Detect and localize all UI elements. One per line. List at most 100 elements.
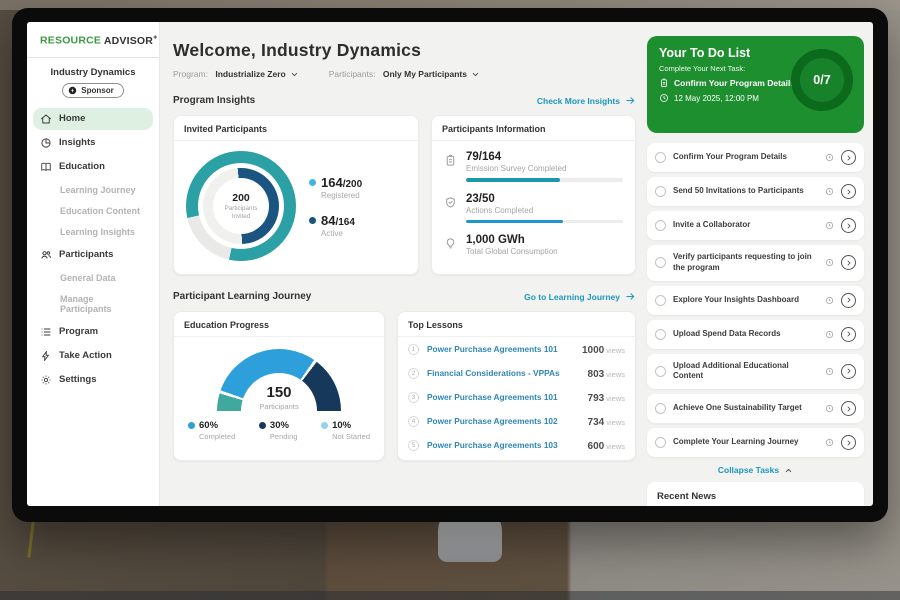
participants-icon — [40, 249, 52, 261]
sidebar-item-education[interactable]: Education — [33, 156, 153, 178]
sidebar-item-label: Settings — [59, 374, 96, 385]
task-checkbox[interactable] — [655, 437, 666, 448]
donut-legend: 164/200 Registered 84/164 Active — [309, 175, 362, 238]
top-lessons-card: Top Lessons 1 Power Purchase Agreements … — [397, 311, 636, 461]
task-chevron-button[interactable] — [841, 184, 856, 199]
task-checkbox[interactable] — [655, 403, 666, 414]
lesson-views-label: views — [606, 370, 625, 379]
sidebar-item-manage-participants[interactable]: Manage Participants — [33, 289, 153, 319]
task-chevron-button[interactable] — [841, 401, 856, 416]
home-icon — [40, 113, 52, 125]
stage: RESOURCE ADVISOR+ Industry Dynamics Spon… — [0, 0, 900, 600]
task-row-send-50-invitations-to-participants[interactable]: Send 50 Invitations to Participants — [647, 177, 864, 206]
task-chevron-button[interactable] — [841, 255, 856, 270]
participants-dropdown[interactable]: Only My Participants — [383, 69, 480, 79]
task-checkbox[interactable] — [655, 220, 666, 231]
task-chevron-button[interactable] — [841, 435, 856, 450]
lesson-views: 803 — [588, 369, 605, 380]
task-clock-icon — [825, 404, 834, 413]
sidebar-item-learning-journey[interactable]: Learning Journey — [33, 180, 153, 200]
task-checkbox[interactable] — [655, 152, 666, 163]
legend-item: 10% Not Started — [321, 420, 370, 441]
collapse-tasks-link[interactable]: Collapse Tasks — [647, 465, 864, 475]
task-checkbox[interactable] — [655, 329, 666, 340]
gauge-center-label: Participants — [217, 402, 341, 411]
lesson-rank: 4 — [408, 416, 419, 427]
content-column: Welcome, Industry Dynamics Program: Indu… — [173, 22, 636, 506]
sidebar-item-label: Participants — [59, 249, 113, 260]
legend-dot — [259, 422, 266, 429]
chevron-down-icon — [471, 70, 480, 79]
task-checkbox[interactable] — [655, 257, 666, 268]
sidebar-item-label: Program — [59, 326, 98, 337]
filters-row: Program: Industrialize Zero Participants… — [173, 69, 636, 79]
app-logo: RESOURCE ADVISOR+ — [27, 34, 159, 58]
shield-check-icon — [444, 196, 457, 209]
task-row-verify-participants-requesting-to-join-the-program[interactable]: Verify participants requesting to join t… — [647, 245, 864, 281]
progress-bar — [466, 178, 623, 182]
task-clock-icon — [825, 187, 834, 196]
program-dropdown[interactable]: Industrialize Zero — [215, 69, 298, 79]
sidebar-item-take-action[interactable]: Take Action — [33, 345, 153, 367]
learning-journey-title: Participant Learning Journey — [173, 291, 311, 302]
sidebar-item-participants[interactable]: Participants — [33, 244, 153, 266]
task-chevron-button[interactable] — [841, 327, 856, 342]
lesson-link[interactable]: Power Purchase Agreements 101 — [427, 344, 574, 354]
sponsor-badge: Sponsor — [62, 83, 123, 98]
org-name: Industry Dynamics — [27, 67, 159, 78]
task-row-upload-additional-educational-content[interactable]: Upload Additional Educational Content — [647, 354, 864, 390]
task-row-complete-your-learning-journey[interactable]: Complete Your Learning Journey — [647, 428, 864, 457]
task-checkbox[interactable] — [655, 295, 666, 306]
legend-value: 30% — [270, 420, 289, 431]
lesson-link[interactable]: Power Purchase Agreements 102 — [427, 416, 580, 426]
sidebar-item-education-content[interactable]: Education Content — [33, 201, 153, 221]
logo-plus: + — [153, 34, 157, 41]
task-label: Invite a Collaborator — [673, 220, 818, 231]
sidebar-item-settings[interactable]: Settings — [33, 369, 153, 391]
lesson-link[interactable]: Financial Considerations - VPPAs — [427, 368, 580, 378]
sponsor-badge-wrap: Sponsor — [27, 83, 159, 98]
sidebar-item-general-data[interactable]: General Data — [33, 268, 153, 288]
legend-label: Active — [321, 229, 362, 238]
logo-resource: RESOURCE — [40, 35, 101, 47]
task-checkbox[interactable] — [655, 366, 666, 377]
go-to-learning-journey-link[interactable]: Go to Learning Journey — [524, 291, 636, 302]
sidebar-subitem-label: Learning Insights — [60, 227, 135, 237]
sidebar-subitem-label: Learning Journey — [60, 185, 136, 195]
sidebar-item-learning-insights[interactable]: Learning Insights — [33, 222, 153, 242]
settings-icon — [40, 374, 52, 386]
program-icon — [40, 326, 52, 338]
task-checkbox[interactable] — [655, 186, 666, 197]
sidebar-item-insights[interactable]: Insights — [33, 132, 153, 154]
legend-label: Pending — [270, 432, 298, 441]
task-row-explore-your-insights-dashboard[interactable]: Explore Your Insights Dashboard — [647, 286, 864, 315]
arrow-right-icon — [625, 291, 636, 302]
legend-label: Not Started — [332, 432, 370, 441]
task-chevron-button[interactable] — [841, 364, 856, 379]
invited-participants-title: Invited Participants — [174, 116, 418, 141]
info-value: 23/50 — [466, 193, 623, 205]
logo-advisor: ADVISOR+ — [104, 35, 158, 47]
task-row-confirm-your-program-details[interactable]: Confirm Your Program Details — [647, 143, 864, 172]
sidebar-item-program[interactable]: Program — [33, 321, 153, 343]
task-chevron-button[interactable] — [841, 218, 856, 233]
task-chevron-button[interactable] — [841, 150, 856, 165]
todo-panel: Your To Do List Complete Your Next Task:… — [647, 36, 864, 133]
lesson-rank: 3 — [408, 392, 419, 403]
sidebar-item-home[interactable]: Home — [33, 108, 153, 130]
invited-participants-card: Invited Participants 200 Parti — [173, 115, 419, 275]
lesson-link[interactable]: Power Purchase Agreements 103 — [427, 440, 580, 450]
task-row-invite-a-collaborator[interactable]: Invite a Collaborator — [647, 211, 864, 240]
participants-filter: Participants: Only My Participants — [329, 69, 480, 79]
task-row-upload-spend-data-records[interactable]: Upload Spend Data Records — [647, 320, 864, 349]
task-chevron-button[interactable] — [841, 293, 856, 308]
task-clock-icon — [825, 367, 834, 376]
lesson-views-label: views — [606, 418, 625, 427]
education-progress-title: Education Progress — [174, 312, 384, 337]
task-row-achieve-one-sustainability-target[interactable]: Achieve One Sustainability Target — [647, 394, 864, 423]
program-insights-title: Program Insights — [173, 95, 255, 106]
info-value: 79/164 — [466, 151, 623, 163]
check-more-insights-link[interactable]: Check More Insights — [537, 95, 636, 106]
lesson-link[interactable]: Power Purchase Agreements 101 — [427, 392, 580, 402]
sidebar-nav: Home Insights Education Learning Journey… — [27, 108, 159, 391]
